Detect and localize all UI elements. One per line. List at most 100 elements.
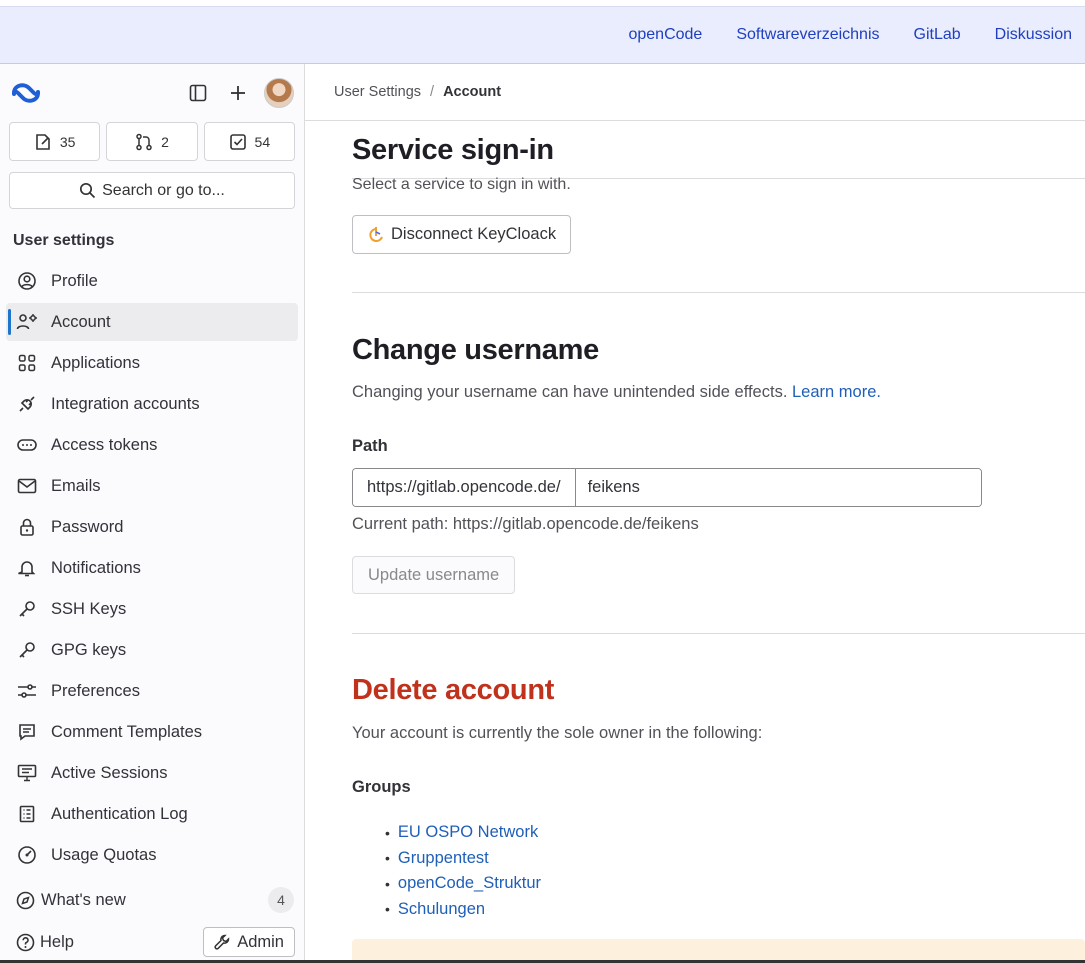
sidebar-item-applications[interactable]: Applications [6, 344, 298, 382]
section-divider [352, 633, 1085, 634]
merge-requests-count: 2 [161, 133, 169, 150]
toggle-sidebar-icon[interactable] [184, 79, 212, 107]
section-divider [352, 292, 1085, 293]
nav-link-opencode[interactable]: openCode [628, 26, 702, 44]
sidebar-item-preferences[interactable]: Preferences [6, 672, 298, 710]
disconnect-keycloak-button[interactable]: Disconnect KeyCloack [352, 215, 572, 254]
list-item: EU OSPO Network [385, 820, 541, 846]
help-link[interactable]: Help [40, 933, 74, 952]
sidebar-item-emails[interactable]: Emails [6, 467, 298, 505]
sidebar-item-active-sessions[interactable]: Active Sessions [6, 754, 298, 792]
service-signin-subtitle: Select a service to sign in with. [352, 176, 571, 193]
list-item: Schulungen [385, 897, 541, 923]
keycloak-icon [369, 226, 383, 242]
mail-icon [16, 475, 38, 497]
whats-new-count-badge: 4 [268, 887, 294, 913]
sidebar-item-label: Preferences [51, 681, 140, 700]
service-signin-title: Service sign-in [352, 134, 554, 166]
sidebar-item-label: Usage Quotas [51, 845, 157, 864]
sidebar: 35 2 54 Search or go to... User settings… [0, 64, 305, 963]
todo-icon [229, 133, 246, 150]
group-link[interactable]: Gruppentest [398, 849, 489, 868]
sidebar-item-ssh-keys[interactable]: SSH Keys [6, 590, 298, 628]
nav-link-softwareverzeichnis[interactable]: Softwareverzeichnis [736, 26, 879, 44]
sidebar-item-gpg-keys[interactable]: GPG keys [6, 631, 298, 669]
sidebar-item-usage-quotas[interactable]: Usage Quotas [6, 836, 298, 874]
todos-count-button[interactable]: 54 [203, 122, 295, 161]
main-content: User Settings / Account Service sign-in … [305, 64, 1085, 963]
top-navigation: openCode Softwareverzeichnis GitLab Disk… [0, 6, 1085, 64]
search-label: Search or go to... [102, 181, 225, 199]
sidebar-item-authentication-log[interactable]: Authentication Log [6, 795, 298, 833]
merge-request-icon [136, 133, 152, 150]
count-buttons: 35 2 54 [0, 122, 304, 161]
change-username-text: Changing your username can have unintend… [352, 383, 788, 401]
sidebar-item-label: Active Sessions [51, 763, 168, 782]
learn-more-link[interactable]: Learn more. [792, 383, 881, 401]
sidebar-item-notifications[interactable]: Notifications [6, 549, 298, 587]
path-input-group: https://gitlab.opencode.de/ [352, 468, 982, 507]
list-item: Gruppentest [385, 846, 541, 872]
path-label: Path [352, 437, 388, 455]
help-icon[interactable] [16, 933, 35, 952]
sidebar-item-integration-accounts[interactable]: Integration accounts [6, 385, 298, 423]
sidebar-footer: What's new 4 Help Admin [0, 884, 304, 962]
whats-new-label: What's new [41, 890, 126, 909]
delete-account-title: Delete account [352, 674, 555, 706]
sidebar-nav: Profile Account Applications Integration… [0, 262, 304, 874]
applications-icon [16, 352, 38, 374]
compass-icon [16, 891, 35, 909]
sidebar-item-label: Access tokens [51, 435, 158, 454]
sidebar-item-label: GPG keys [51, 640, 127, 659]
help-row: Help Admin [0, 922, 304, 962]
breadcrumb-separator: / [430, 84, 435, 100]
list-item: openCode_Struktur [385, 871, 541, 897]
group-link[interactable]: EU OSPO Network [398, 823, 538, 842]
admin-button[interactable]: Admin [203, 927, 295, 957]
sidebar-item-label: Integration accounts [51, 394, 200, 413]
sidebar-item-label: SSH Keys [51, 599, 127, 618]
search-button[interactable]: Search or go to... [9, 172, 295, 209]
wrench-icon [214, 934, 230, 950]
create-new-icon[interactable] [224, 79, 252, 107]
sidebar-item-label: Emails [51, 476, 101, 495]
sidebar-item-comment-templates[interactable]: Comment Templates [6, 713, 298, 751]
sidebar-section-title: User settings [13, 232, 115, 249]
groups-list: EU OSPO Network Gruppentest openCode_Str… [385, 820, 541, 922]
delete-account-description: Your account is currently the sole owner… [352, 724, 763, 742]
change-username-title: Change username [352, 334, 599, 366]
key-icon [16, 598, 38, 620]
logo-icon[interactable] [10, 77, 42, 109]
breadcrumb-current: Account [443, 84, 502, 100]
log-icon [16, 803, 38, 825]
key-icon [16, 639, 38, 661]
integration-icon [16, 393, 38, 415]
todos-count: 54 [254, 133, 271, 150]
merge-requests-count-button[interactable]: 2 [106, 122, 198, 161]
groups-label: Groups [352, 778, 411, 796]
breadcrumb: User Settings / Account [305, 64, 1085, 121]
sidebar-item-password[interactable]: Password [6, 508, 298, 546]
nav-link-gitlab[interactable]: GitLab [914, 26, 961, 44]
update-username-button[interactable]: Update username [352, 556, 516, 594]
group-link[interactable]: openCode_Struktur [398, 874, 541, 893]
sidebar-item-label: Account [51, 312, 111, 331]
breadcrumb-parent[interactable]: User Settings [334, 84, 421, 100]
username-input[interactable] [575, 469, 981, 506]
issues-count-button[interactable]: 35 [9, 122, 101, 161]
nav-link-diskussion[interactable]: Diskussion [995, 26, 1072, 44]
token-icon [16, 434, 38, 456]
sidebar-item-label: Notifications [51, 558, 141, 577]
sidebar-item-account[interactable]: Account [6, 303, 298, 341]
avatar[interactable] [264, 78, 294, 108]
sidebar-item-profile[interactable]: Profile [6, 262, 298, 300]
account-icon [16, 311, 38, 333]
sidebar-item-access-tokens[interactable]: Access tokens [6, 426, 298, 464]
sidebar-item-label: Password [51, 517, 124, 536]
group-link[interactable]: Schulungen [398, 900, 485, 919]
issues-count: 35 [59, 133, 76, 150]
whats-new-button[interactable]: What's new 4 [0, 884, 304, 916]
bell-icon [16, 557, 38, 579]
sidebar-item-label: Authentication Log [51, 804, 188, 823]
issues-icon [36, 133, 50, 150]
